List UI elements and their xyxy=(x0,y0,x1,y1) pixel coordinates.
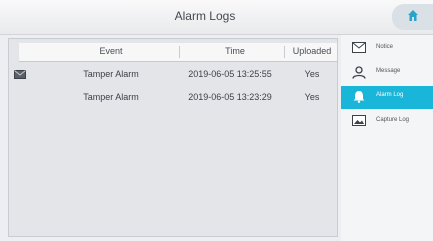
event-cell: Tamper Alarm xyxy=(83,92,139,102)
home-icon xyxy=(408,10,418,21)
sidebar-item-label: Message xyxy=(376,68,401,74)
header-bar: Alarm Logs xyxy=(0,0,433,35)
user-icon xyxy=(352,66,366,79)
screen: Alarm Logs Event Time Uploaded Tamper Al… xyxy=(0,0,433,241)
time-cell: 2019-06-05 13:23:29 xyxy=(188,92,272,102)
column-header-uploaded: Uploaded xyxy=(292,46,332,56)
sidebar-item-label: Capture Log xyxy=(376,117,410,123)
table-header: Event Time Uploaded xyxy=(19,43,337,62)
sidebar-item-notice[interactable]: Notice xyxy=(341,38,433,61)
time-cell: 2019-06-05 13:25:55 xyxy=(188,69,272,79)
page-title: Alarm Logs xyxy=(174,9,236,23)
uploaded-cell: Yes xyxy=(304,92,320,102)
uploaded-cell: Yes xyxy=(304,69,320,79)
column-divider xyxy=(284,46,285,58)
sidebar: Notice Message Alarm Log Capture Log xyxy=(341,35,433,241)
event-cell: Tamper Alarm xyxy=(83,69,139,79)
table-row[interactable]: Tamper Alarm 2019-06-05 13:25:55 Yes xyxy=(14,64,337,86)
alarm-log-panel: Event Time Uploaded Tamper Alarm 2019-06… xyxy=(8,38,338,237)
sidebar-item-label: Notice xyxy=(376,44,394,50)
table-row[interactable]: Tamper Alarm 2019-06-05 13:23:29 Yes xyxy=(19,87,337,109)
sidebar-item-label: Alarm Log xyxy=(376,92,404,98)
sidebar-item-alarm-log[interactable]: Alarm Log xyxy=(341,86,433,109)
sidebar-item-capture-log[interactable]: Capture Log xyxy=(341,111,433,134)
column-divider xyxy=(179,46,180,58)
image-icon xyxy=(352,115,366,126)
mail-icon xyxy=(352,42,366,53)
home-button[interactable] xyxy=(392,4,433,30)
column-header-event: Event xyxy=(99,46,123,56)
sidebar-item-message[interactable]: Message xyxy=(341,62,433,85)
bell-icon xyxy=(353,91,365,103)
column-header-time: Time xyxy=(225,46,245,56)
mail-icon xyxy=(14,70,26,79)
